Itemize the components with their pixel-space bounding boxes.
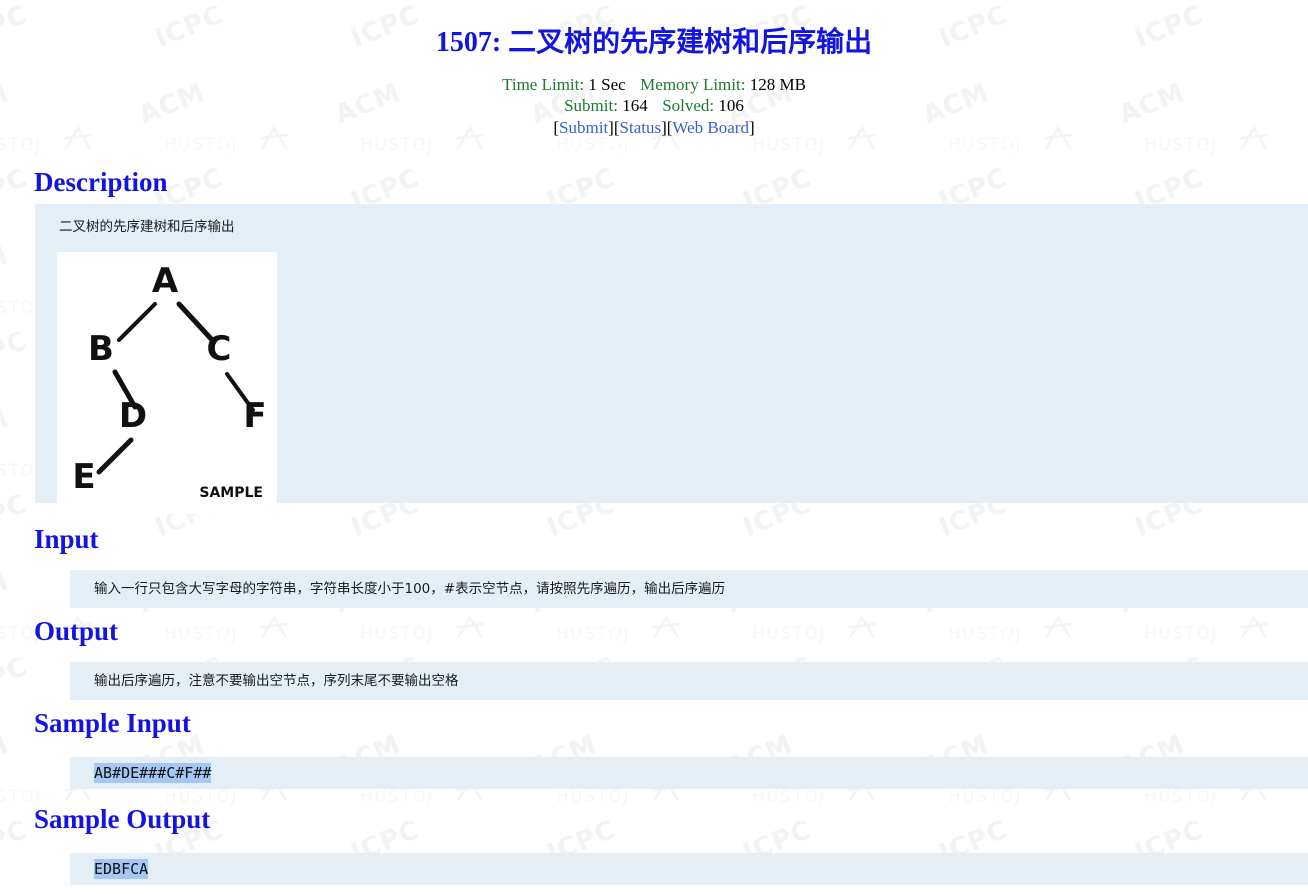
sample-input-line[interactable]: AB#DE###C#F## bbox=[70, 757, 1308, 789]
output-description-text: 输出后序遍历，注意不要输出空节点，序列末尾不要输出空格 bbox=[94, 673, 459, 689]
description-text: 二叉树的先序建树和后序输出 bbox=[59, 219, 235, 235]
tree-node-d: D bbox=[119, 396, 147, 436]
time-limit-value: 1 Sec bbox=[588, 75, 626, 94]
problem-action-links: [Submit][Status][Web Board] bbox=[0, 117, 1308, 138]
submit-count-label: Submit: bbox=[564, 96, 618, 115]
problem-meta: Time Limit: 1 Sec Memory Limit: 128 MB S… bbox=[0, 74, 1308, 116]
problem-header: 1507: 二叉树的先序建树和后序输出 Time Limit: 1 Sec Me… bbox=[0, 0, 1308, 138]
sample-output-text[interactable]: EDBFCA bbox=[94, 859, 149, 879]
figure-caption: SAMPLE bbox=[199, 485, 263, 501]
problem-id: 1507: bbox=[435, 27, 502, 58]
section-heading-input: Input bbox=[34, 524, 99, 554]
description-panel: 二叉树的先序建树和后序输出 A B C D F E SAMPLE bbox=[35, 204, 1308, 514]
binary-tree-figure-image: A B C D F E SAMPLE bbox=[57, 252, 277, 514]
submit-link[interactable]: Submit bbox=[559, 118, 608, 137]
memory-limit-value: 128 MB bbox=[749, 75, 806, 94]
tree-node-b: B bbox=[88, 329, 114, 369]
web-board-link[interactable]: Web Board bbox=[672, 118, 749, 137]
time-limit-label: Time Limit: bbox=[502, 75, 585, 94]
problem-page-content: 1507: 二叉树的先序建树和后序输出 Time Limit: 1 Sec Me… bbox=[0, 0, 1308, 894]
output-panel: 输出后序遍历，注意不要输出空节点，序列末尾不要输出空格 bbox=[70, 662, 1308, 700]
status-link[interactable]: Status bbox=[620, 118, 662, 137]
tree-node-a: A bbox=[152, 261, 179, 301]
tree-node-c: C bbox=[207, 329, 232, 369]
section-heading-output: Output bbox=[34, 616, 119, 646]
tree-node-e: E bbox=[72, 457, 95, 497]
solved-count-label: Solved: bbox=[662, 96, 715, 115]
limits-line: Time Limit: 1 Sec Memory Limit: 128 MB bbox=[0, 74, 1308, 95]
solved-count-value: 106 bbox=[718, 96, 744, 115]
tree-node-f: F bbox=[243, 396, 266, 436]
stats-line: Submit: 164 Solved: 106 bbox=[0, 95, 1308, 116]
problem-title-text: 二叉树的先序建树和后序输出 bbox=[508, 27, 873, 58]
sample-output-line[interactable]: EDBFCA bbox=[70, 853, 1308, 885]
input-description-text: 输入一行只包含大写字母的字符串，字符串长度小于100，#表示空节点，请按照先序遍… bbox=[94, 581, 726, 597]
section-heading-sample-input: Sample Input bbox=[34, 708, 191, 738]
section-heading-sample-output: Sample Output bbox=[34, 804, 211, 834]
bracket-close: ] bbox=[748, 118, 755, 137]
input-panel: 输入一行只包含大写字母的字符串，字符串长度小于100，#表示空节点，请按照先序遍… bbox=[70, 570, 1308, 608]
page-title: 1507: 二叉树的先序建树和后序输出 bbox=[0, 26, 1308, 60]
sample-input-panel[interactable]: AB#DE###C#F## bbox=[70, 757, 1308, 789]
sample-input-text[interactable]: AB#DE###C#F## bbox=[94, 763, 212, 783]
memory-limit-label: Memory Limit: bbox=[640, 75, 746, 94]
submit-count-value: 164 bbox=[622, 96, 648, 115]
sample-output-panel[interactable]: EDBFCA bbox=[70, 853, 1308, 885]
section-heading-description: Description bbox=[34, 167, 168, 197]
